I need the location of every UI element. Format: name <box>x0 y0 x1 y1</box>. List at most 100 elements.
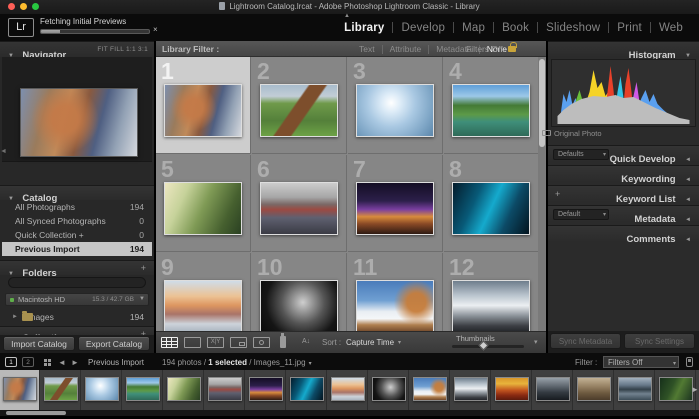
filmstrip-thumb-14[interactable] <box>533 370 573 410</box>
grid-cell[interactable]: 7 <box>348 155 443 252</box>
filmstrip-scrollbar-thumb[interactable] <box>6 411 66 415</box>
grid-cell[interactable]: 3 <box>348 57 443 154</box>
sync-metadata-button[interactable]: Sync Metadata <box>550 333 621 349</box>
go-forward-icon[interactable]: ► <box>71 358 79 367</box>
filmstrip-thumb-17[interactable] <box>656 370 696 410</box>
grid-cell[interactable]: 4 <box>444 57 539 154</box>
sync-settings-button[interactable]: Sync Settings <box>624 333 695 349</box>
filmstrip-thumb-4[interactable] <box>123 370 163 410</box>
navigator-zoom-options[interactable]: FIT FILL 1:1 3:1 <box>97 46 148 53</box>
catalog-panel-header[interactable]: ▼ Catalog <box>0 185 154 200</box>
export-catalog-button[interactable]: Export Catalog <box>78 336 150 351</box>
filter-lock-icon[interactable] <box>508 46 516 52</box>
module-library[interactable]: Library <box>336 22 392 34</box>
filmstrip-thumb-12[interactable] <box>451 370 491 410</box>
add-keyword-icon[interactable]: + <box>555 189 560 199</box>
module-print[interactable]: Print <box>609 22 650 34</box>
filmstrip-thumb-11[interactable] <box>410 370 450 410</box>
module-develop[interactable]: Develop <box>393 22 453 34</box>
filmstrip-thumb-8[interactable] <box>287 370 327 410</box>
filmstrip-thumb-1[interactable] <box>0 370 40 410</box>
module-slideshow[interactable]: Slideshow <box>538 22 608 34</box>
grid-cell[interactable]: 12 <box>444 253 539 331</box>
catalog-item-all-photographs[interactable]: All Photographs 194 <box>2 200 152 214</box>
grid-cell[interactable]: 2 <box>252 57 347 154</box>
filmstrip-filter-dropdown[interactable]: Filters Off▾ <box>603 356 679 368</box>
cancel-progress-icon[interactable]: × <box>153 25 158 34</box>
photo-thumbnail-railyard[interactable] <box>260 182 338 235</box>
photo-thumbnail-feather[interactable] <box>452 182 530 235</box>
filter-toggle-icon[interactable] <box>686 357 693 367</box>
filter-option-text[interactable]: Text <box>352 44 382 54</box>
filmstrip-thumb-9[interactable] <box>328 370 368 410</box>
chevron-down-icon[interactable]: ▾ <box>398 339 401 346</box>
sort-direction-icon[interactable]: A↓ <box>302 338 310 345</box>
catalog-item-quick-collection[interactable]: Quick Collection + 0 <box>2 228 152 242</box>
catalog-item-previous-import[interactable]: Previous Import 194 <box>2 242 152 256</box>
people-view-icon[interactable] <box>253 337 270 348</box>
sort-value-dropdown[interactable]: Capture Time <box>346 338 394 347</box>
folder-search-input[interactable] <box>8 277 146 288</box>
filmstrip-thumb-13[interactable] <box>492 370 532 410</box>
go-back-icon[interactable]: ◄ <box>58 358 66 367</box>
toolbar-options-icon[interactable]: ▾ <box>534 338 538 346</box>
photo-thumbnail-barn[interactable] <box>260 84 338 137</box>
photo-thumbnail-sunrise[interactable] <box>164 280 242 331</box>
filmstrip-thumb-5[interactable] <box>164 370 204 410</box>
grid-view-icon[interactable] <box>161 337 178 348</box>
grid-cell[interactable]: 6 <box>252 155 347 252</box>
collections-panel-header[interactable]: ▼ Collections + <box>0 326 154 335</box>
quick-develop-panel-header[interactable]: Defaults▾ Quick Develop ◄ <box>548 145 699 162</box>
add-folder-icon[interactable]: + <box>141 263 146 273</box>
photo-thumbnail-city-night[interactable] <box>356 182 434 235</box>
filmstrip-thumb-7[interactable] <box>246 370 286 410</box>
filmstrip-thumb-16[interactable] <box>615 370 655 410</box>
histogram-panel-header[interactable]: Histogram ▼ <box>548 41 699 57</box>
collapse-top-panel-icon[interactable]: ▲ <box>344 13 350 19</box>
photo-thumbnail-lake[interactable] <box>452 84 530 137</box>
painter-spray-icon[interactable] <box>280 336 286 348</box>
grid-cell[interactable]: 1 <box>156 57 251 154</box>
filmstrip-thumb-3[interactable] <box>82 370 122 410</box>
second-window-button[interactable]: 2 <box>22 357 34 367</box>
grid-view-shortcut-icon[interactable] <box>44 359 47 362</box>
photo-thumbnail-peaks[interactable] <box>452 280 530 331</box>
grid-cell[interactable]: 8 <box>444 155 539 252</box>
main-window-button[interactable]: 1 <box>5 357 17 367</box>
filmstrip-scroll-right-icon[interactable]: ► <box>691 385 699 394</box>
filmstrip-thumb-6[interactable] <box>205 370 245 410</box>
photo-thumbnail-blossom[interactable] <box>356 84 434 137</box>
quick-develop-preset-dropdown[interactable]: Defaults▾ <box>553 149 609 160</box>
photo-thumbnail-portrait[interactable] <box>260 280 338 331</box>
filters-state-dropdown[interactable]: Filters Off <box>466 44 503 54</box>
photo-thumbnail-fantasy-artwork[interactable] <box>164 84 242 137</box>
grid-cell[interactable]: 9 <box>156 253 251 331</box>
filmstrip-thumb-15[interactable] <box>574 370 614 410</box>
keywording-panel-header[interactable]: Keywording ◄ <box>548 165 699 182</box>
folder-item-images[interactable]: ► Images 194 <box>2 310 152 324</box>
metadata-panel-header[interactable]: Default▾ Metadata ◄ <box>548 205 699 222</box>
chevron-down-icon[interactable]: ▼ <box>139 296 145 302</box>
grid-cell[interactable]: 5 <box>156 155 251 252</box>
histogram[interactable] <box>551 59 696 127</box>
module-web[interactable]: Web <box>651 22 691 34</box>
survey-view-icon[interactable] <box>230 337 247 348</box>
photo-thumbnail-valley[interactable] <box>164 182 242 235</box>
keyword-list-panel-header[interactable]: + Keyword List ◄ <box>548 185 699 202</box>
filmstrip-thumb-10[interactable] <box>369 370 409 410</box>
compare-view-icon[interactable]: X|Y <box>207 337 224 348</box>
filmstrip-status[interactable]: 194 photos / 1 selected / Images_11.jpg▾ <box>162 358 312 367</box>
grid-cell[interactable]: 11 <box>348 253 443 331</box>
collapse-left-panel-icon[interactable]: ◄ <box>0 148 7 155</box>
loupe-view-icon[interactable] <box>184 337 201 348</box>
navigator-panel-header[interactable]: ▼ Navigator FIT FILL 1:1 3:1 <box>0 41 154 57</box>
grid-cell[interactable]: 10 <box>252 253 347 331</box>
metadata-preset-dropdown[interactable]: Default▾ <box>553 209 609 220</box>
filmstrip-source[interactable]: Previous Import <box>88 358 144 367</box>
folders-panel-header[interactable]: ▼ Folders + <box>0 260 154 275</box>
expand-folder-icon[interactable]: ► <box>12 314 18 320</box>
module-map[interactable]: Map <box>454 22 493 34</box>
filmstrip-thumb-2[interactable] <box>41 370 81 410</box>
volume-browser[interactable]: Macintosh HD 15.3 / 42.7 GB ▼ <box>5 293 149 306</box>
filmstrip-scrollbar-track[interactable] <box>0 410 699 416</box>
